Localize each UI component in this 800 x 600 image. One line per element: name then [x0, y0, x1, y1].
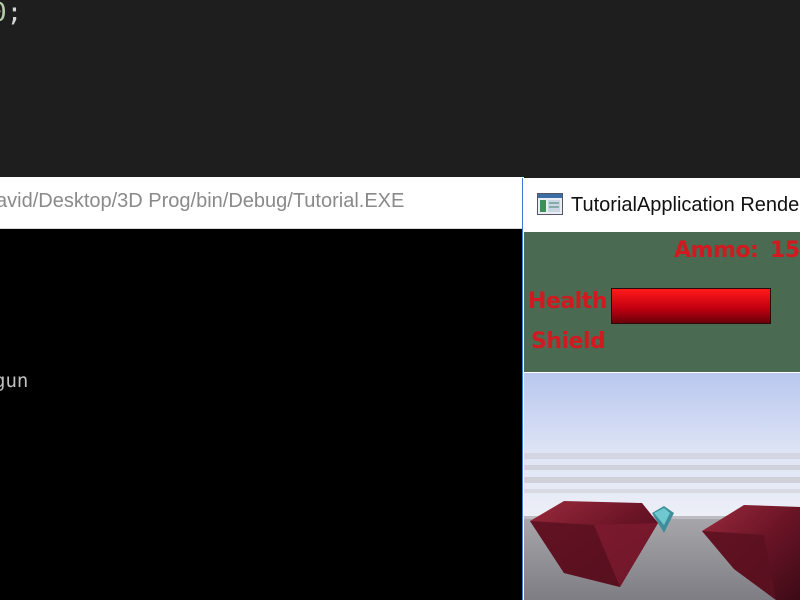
health-label: Health	[528, 289, 607, 314]
game-hud: Ammo: 15 Health Shield	[524, 232, 800, 372]
health-bar	[611, 288, 771, 324]
console-title: avid/Desktop/3D Prog/bin/Debug/Tutorial.…	[0, 190, 405, 212]
console-titlebar[interactable]: avid/Desktop/3D Prog/bin/Debug/Tutorial.…	[0, 177, 524, 229]
health-bar-fill	[612, 289, 770, 323]
ammo-count: 15	[770, 238, 800, 263]
code-editor: 0;	[0, 0, 800, 177]
console-window: avid/Desktop/3D Prog/bin/Debug/Tutorial.…	[0, 177, 524, 600]
shield-label: Shield	[531, 329, 606, 354]
code-punctuation: ;	[6, 0, 23, 28]
render-titlebar[interactable]: TutorialApplication Rende	[523, 178, 800, 231]
code-number: 0	[0, 0, 7, 28]
app-window-icon	[537, 193, 563, 215]
scene-render	[524, 373, 800, 600]
game-viewport[interactable]	[524, 373, 800, 600]
code-line: 0;	[0, 0, 22, 28]
console-output: gun	[0, 229, 524, 600]
render-window-title: TutorialApplication Rende	[571, 194, 800, 216]
console-output-line: gun	[0, 370, 29, 392]
render-window: TutorialApplication Rende Ammo: 15 Healt…	[522, 178, 800, 600]
ammo-label: Ammo:	[674, 238, 759, 263]
